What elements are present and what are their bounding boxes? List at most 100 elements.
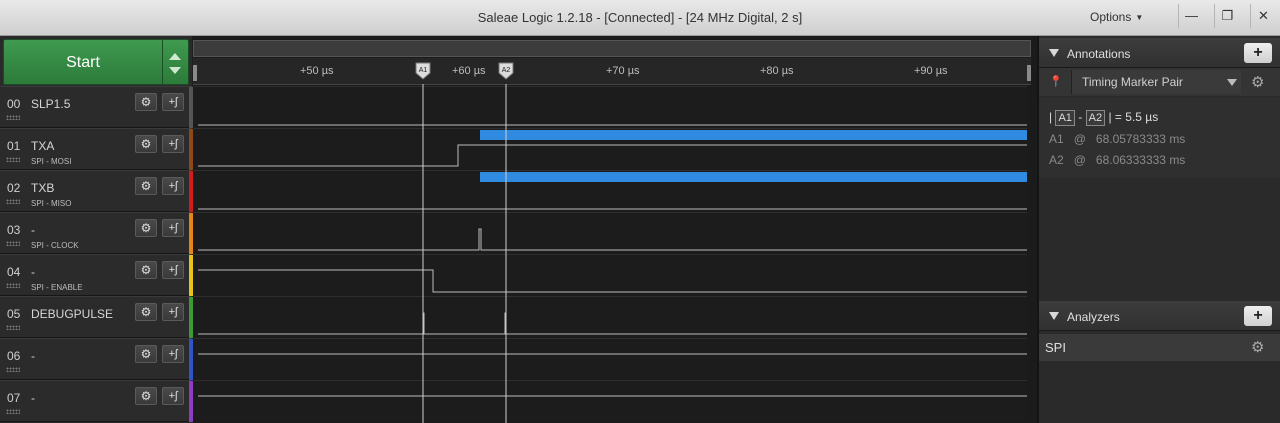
add-analyzer-button[interactable]: +	[1244, 306, 1272, 326]
a1-at: @	[1073, 132, 1086, 146]
options-menu[interactable]: Options ▼	[1090, 10, 1143, 24]
trace-ch01	[198, 144, 1027, 167]
channel-number: 01	[7, 139, 21, 153]
arrow-down-icon[interactable]	[169, 67, 181, 74]
channel-number: 07	[7, 391, 21, 405]
channel-analyzer-label: SPI - MOSI	[31, 157, 72, 166]
add-annotation-button[interactable]: +	[1244, 43, 1272, 63]
trigger-button[interactable]: +ʃ	[162, 345, 184, 363]
drag-handle-icon[interactable]	[6, 283, 20, 288]
drag-handle-icon[interactable]	[6, 199, 20, 204]
drag-handle-icon[interactable]	[6, 409, 20, 414]
channel-row[interactable]: 05 DEBUGPULSE ⚙ +ʃ	[0, 296, 193, 338]
channel-name[interactable]: TXA	[31, 139, 54, 153]
channel-row[interactable]: 07- ⚙ +ʃ	[0, 380, 193, 422]
channel-panel: Start 00 SLP1.5 ⚙ +ʃ 01 TXA SPI - MOSI ⚙ +ʃ 02 TXB…	[0, 36, 193, 423]
a2-time-row: A2 @ 68.06333333 ms	[1049, 153, 1185, 167]
gear-icon[interactable]: ⚙	[135, 93, 157, 111]
delta-bar-left: |	[1049, 110, 1053, 124]
trigger-button[interactable]: +ʃ	[162, 219, 184, 237]
channel-number: 05	[7, 307, 21, 321]
gear-icon[interactable]: ⚙	[135, 219, 157, 237]
gear-icon[interactable]: ⚙	[135, 345, 157, 363]
options-label: Options	[1090, 10, 1132, 24]
gear-icon[interactable]: ⚙	[135, 387, 157, 405]
channel-number: 00	[7, 97, 21, 111]
gear-icon[interactable]: ⚙	[1251, 73, 1264, 91]
channel-number: 06	[7, 349, 21, 363]
gear-icon[interactable]: ⚙	[135, 135, 157, 153]
delta-eq: =	[1114, 110, 1122, 124]
a1-time: 68.05783333 ms	[1095, 132, 1186, 146]
delta-b-label: A2	[1085, 110, 1106, 126]
channel-analyzer-label: SPI - CLOCK	[31, 241, 79, 250]
title-bar: Saleae Logic 1.2.18 - [Connected] - [24 …	[0, 0, 1280, 36]
gear-icon[interactable]: ⚙	[135, 177, 157, 195]
marker-type-select[interactable]: Timing Marker Pair	[1071, 70, 1241, 94]
channel-number: 04	[7, 265, 21, 279]
channel-row[interactable]: 01 TXA SPI - MOSI ⚙ +ʃ	[0, 128, 193, 170]
a2-at: @	[1073, 153, 1086, 167]
channel-number: 02	[7, 181, 21, 195]
drag-handle-icon[interactable]	[6, 325, 20, 330]
channel-row[interactable]: 06- ⚙ +ʃ	[0, 338, 193, 380]
annotations-header[interactable]: Annotations +	[1039, 38, 1280, 68]
channel-name[interactable]: -	[31, 391, 35, 405]
side-panel: Annotations + 📍 Timing Marker Pair ⚙ | A…	[1037, 36, 1280, 423]
chevron-down-icon: ▼	[1135, 13, 1144, 22]
channel-row[interactable]: 02 TXB SPI - MISO ⚙ +ʃ	[0, 170, 193, 212]
channel-analyzer-label: SPI - ENABLE	[31, 283, 83, 292]
analyzer-name: SPI	[1045, 340, 1066, 355]
delta-a-label: A1	[1055, 110, 1075, 126]
channel-row[interactable]: 00 SLP1.5 ⚙ +ʃ	[0, 86, 193, 128]
channel-name[interactable]: SLP1.5	[31, 97, 70, 111]
channel-row[interactable]: 03- SPI - CLOCK ⚙ +ʃ	[0, 212, 193, 254]
collapse-icon[interactable]	[1049, 49, 1059, 57]
analyzers-title: Analyzers	[1067, 310, 1120, 324]
close-button[interactable]: ✕	[1250, 4, 1276, 28]
start-divider	[162, 40, 163, 84]
start-button[interactable]: Start	[3, 39, 189, 85]
collapse-icon[interactable]	[1049, 312, 1059, 320]
delta-bar-right: |	[1108, 110, 1112, 124]
trigger-button[interactable]: +ʃ	[162, 93, 184, 111]
drag-handle-icon[interactable]	[6, 115, 20, 120]
arrow-up-icon[interactable]	[169, 53, 181, 60]
minimize-button[interactable]: —	[1178, 4, 1204, 28]
trigger-button[interactable]: +ʃ	[162, 135, 184, 153]
gear-icon[interactable]: ⚙	[135, 303, 157, 321]
gear-icon[interactable]: ⚙	[135, 261, 157, 279]
channel-name[interactable]: TXB	[31, 181, 54, 195]
channel-analyzer-label: SPI - MISO	[31, 199, 72, 208]
start-label: Start	[66, 54, 100, 71]
channel-row[interactable]: 04- SPI - ENABLE ⚙ +ʃ	[0, 254, 193, 296]
channel-name[interactable]: DEBUGPULSE	[31, 307, 113, 321]
annotations-title: Annotations	[1067, 47, 1131, 61]
delta-value: 5.5 µs	[1125, 110, 1159, 124]
a2-label: A2	[1049, 153, 1064, 167]
gear-icon[interactable]: ⚙	[1251, 338, 1264, 356]
trigger-button[interactable]: +ʃ	[162, 261, 184, 279]
measurement-panel: | A1 - A2 | = 5.5 µs A1 @ 68.05783333 ms…	[1039, 98, 1280, 178]
analyzers-header[interactable]: Analyzers +	[1039, 301, 1280, 331]
a2-time: 68.06333333 ms	[1095, 153, 1186, 167]
trace-canvas	[198, 84, 1027, 423]
channel-name[interactable]: -	[31, 265, 35, 279]
chevron-down-icon	[1227, 79, 1237, 86]
trigger-button[interactable]: +ʃ	[162, 387, 184, 405]
restore-button[interactable]: ❐	[1214, 4, 1240, 28]
marker-type-label: Timing Marker Pair	[1082, 75, 1183, 89]
analyzer-item-spi[interactable]: SPI ⚙	[1039, 334, 1280, 361]
drag-handle-icon[interactable]	[6, 367, 20, 372]
delta-measurement: | A1 - A2 | = 5.5 µs	[1049, 110, 1158, 126]
a1-time-row: A1 @ 68.05783333 ms	[1049, 132, 1185, 146]
timing-marker-row[interactable]: 📍 Timing Marker Pair ⚙	[1039, 68, 1280, 96]
trigger-button[interactable]: +ʃ	[162, 177, 184, 195]
pin-icon[interactable]: 📍	[1049, 75, 1063, 88]
drag-handle-icon[interactable]	[6, 157, 20, 162]
trigger-button[interactable]: +ʃ	[162, 303, 184, 321]
waveform-area[interactable]: +50 µs +60 µs +70 µs +80 µs +90 µs A1 A2	[193, 36, 1037, 423]
drag-handle-icon[interactable]	[6, 241, 20, 246]
channel-name[interactable]: -	[31, 349, 35, 363]
channel-name[interactable]: -	[31, 223, 35, 237]
